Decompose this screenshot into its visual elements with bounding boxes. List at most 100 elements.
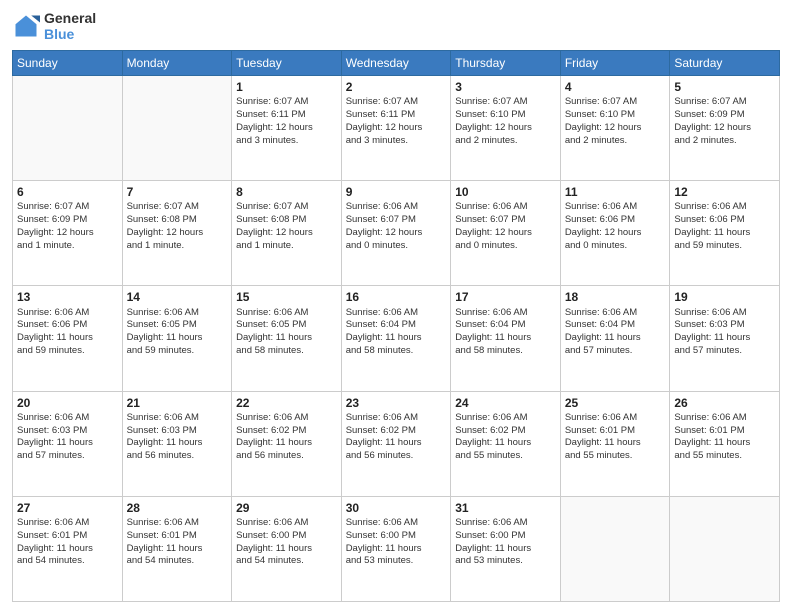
day-cell: 19Sunrise: 6:06 AMSunset: 6:03 PMDayligh… <box>670 286 780 391</box>
day-info-line: Sunset: 6:10 PM <box>455 109 556 122</box>
day-info-line: and 58 minutes. <box>236 345 337 358</box>
day-info-line: Daylight: 11 hours <box>455 332 556 345</box>
day-info-line: Sunset: 6:06 PM <box>674 214 775 227</box>
day-cell: 6Sunrise: 6:07 AMSunset: 6:09 PMDaylight… <box>13 181 123 286</box>
day-info-line: and 0 minutes. <box>565 240 666 253</box>
day-cell: 7Sunrise: 6:07 AMSunset: 6:08 PMDaylight… <box>122 181 232 286</box>
day-cell: 9Sunrise: 6:06 AMSunset: 6:07 PMDaylight… <box>341 181 451 286</box>
day-number: 17 <box>455 289 556 305</box>
day-info-line: Sunset: 6:00 PM <box>346 530 447 543</box>
day-info-line: and 54 minutes. <box>236 555 337 568</box>
day-info-line: Sunrise: 6:06 AM <box>674 412 775 425</box>
day-info-line: Sunrise: 6:06 AM <box>674 201 775 214</box>
day-info-line: Daylight: 11 hours <box>236 543 337 556</box>
day-info-line: and 1 minute. <box>236 240 337 253</box>
day-info-line: Sunrise: 6:06 AM <box>127 307 228 320</box>
day-number: 12 <box>674 184 775 200</box>
day-info-line: and 0 minutes. <box>455 240 556 253</box>
day-info-line: Sunrise: 6:06 AM <box>455 517 556 530</box>
day-info-line: Sunrise: 6:07 AM <box>17 201 118 214</box>
logo-text: General Blue <box>44 10 96 42</box>
day-info-line: Daylight: 11 hours <box>127 332 228 345</box>
day-cell: 22Sunrise: 6:06 AMSunset: 6:02 PMDayligh… <box>232 391 342 496</box>
day-info-line: and 55 minutes. <box>674 450 775 463</box>
week-row-5: 27Sunrise: 6:06 AMSunset: 6:01 PMDayligh… <box>13 496 780 601</box>
day-info-line: Sunrise: 6:06 AM <box>455 412 556 425</box>
day-info-line: Daylight: 12 hours <box>674 122 775 135</box>
day-info-line: and 3 minutes. <box>236 135 337 148</box>
day-number: 9 <box>346 184 447 200</box>
day-info-line: Sunrise: 6:06 AM <box>565 412 666 425</box>
col-header-tuesday: Tuesday <box>232 51 342 76</box>
day-cell <box>560 496 670 601</box>
day-cell: 30Sunrise: 6:06 AMSunset: 6:00 PMDayligh… <box>341 496 451 601</box>
day-info-line: Sunrise: 6:07 AM <box>346 96 447 109</box>
day-number: 7 <box>127 184 228 200</box>
day-number: 31 <box>455 500 556 516</box>
day-cell: 18Sunrise: 6:06 AMSunset: 6:04 PMDayligh… <box>560 286 670 391</box>
day-cell <box>122 76 232 181</box>
day-number: 2 <box>346 79 447 95</box>
day-info-line: and 57 minutes. <box>565 345 666 358</box>
day-info-line: Sunrise: 6:06 AM <box>455 307 556 320</box>
day-info-line: Sunset: 6:03 PM <box>674 319 775 332</box>
day-info-line: Sunset: 6:04 PM <box>455 319 556 332</box>
day-cell: 16Sunrise: 6:06 AMSunset: 6:04 PMDayligh… <box>341 286 451 391</box>
day-cell <box>13 76 123 181</box>
day-info-line: Sunrise: 6:07 AM <box>127 201 228 214</box>
day-number: 4 <box>565 79 666 95</box>
day-number: 30 <box>346 500 447 516</box>
day-info-line: Sunrise: 6:06 AM <box>127 517 228 530</box>
day-cell: 8Sunrise: 6:07 AMSunset: 6:08 PMDaylight… <box>232 181 342 286</box>
day-number: 1 <box>236 79 337 95</box>
day-cell: 13Sunrise: 6:06 AMSunset: 6:06 PMDayligh… <box>13 286 123 391</box>
day-info-line: Sunrise: 6:06 AM <box>674 307 775 320</box>
day-info-line: and 55 minutes. <box>565 450 666 463</box>
day-number: 6 <box>17 184 118 200</box>
day-info-line: and 58 minutes. <box>455 345 556 358</box>
day-number: 16 <box>346 289 447 305</box>
day-info-line: Daylight: 11 hours <box>236 437 337 450</box>
day-info-line: Daylight: 12 hours <box>565 122 666 135</box>
day-info-line: Sunset: 6:08 PM <box>236 214 337 227</box>
day-info-line: and 54 minutes. <box>127 555 228 568</box>
day-info-line: Sunset: 6:02 PM <box>346 425 447 438</box>
day-info-line: and 59 minutes. <box>17 345 118 358</box>
day-info-line: Sunset: 6:04 PM <box>346 319 447 332</box>
day-info-line: and 59 minutes. <box>127 345 228 358</box>
day-cell: 12Sunrise: 6:06 AMSunset: 6:06 PMDayligh… <box>670 181 780 286</box>
day-info-line: Sunset: 6:08 PM <box>127 214 228 227</box>
day-cell: 24Sunrise: 6:06 AMSunset: 6:02 PMDayligh… <box>451 391 561 496</box>
day-info-line: Sunrise: 6:06 AM <box>565 307 666 320</box>
day-number: 5 <box>674 79 775 95</box>
day-number: 21 <box>127 395 228 411</box>
day-info-line: Daylight: 11 hours <box>17 543 118 556</box>
day-number: 27 <box>17 500 118 516</box>
day-info-line: Daylight: 12 hours <box>455 122 556 135</box>
day-info-line: Sunset: 6:03 PM <box>17 425 118 438</box>
logo: General Blue <box>12 10 96 42</box>
day-info-line: Sunset: 6:05 PM <box>236 319 337 332</box>
day-info-line: Sunset: 6:09 PM <box>674 109 775 122</box>
day-info-line: Daylight: 11 hours <box>674 227 775 240</box>
day-info-line: Sunrise: 6:06 AM <box>236 517 337 530</box>
day-info-line: Daylight: 11 hours <box>346 543 447 556</box>
logo-icon <box>12 12 40 40</box>
day-cell: 1Sunrise: 6:07 AMSunset: 6:11 PMDaylight… <box>232 76 342 181</box>
page: General Blue SundayMondayTuesdayWednesda… <box>0 0 792 612</box>
day-cell: 3Sunrise: 6:07 AMSunset: 6:10 PMDaylight… <box>451 76 561 181</box>
day-info-line: Sunset: 6:09 PM <box>17 214 118 227</box>
day-info-line: Daylight: 11 hours <box>674 332 775 345</box>
day-info-line: and 57 minutes. <box>674 345 775 358</box>
day-info-line: Daylight: 12 hours <box>236 227 337 240</box>
day-info-line: Daylight: 11 hours <box>346 437 447 450</box>
day-number: 15 <box>236 289 337 305</box>
col-header-monday: Monday <box>122 51 232 76</box>
day-info-line: Daylight: 11 hours <box>565 437 666 450</box>
day-info-line: Sunset: 6:02 PM <box>236 425 337 438</box>
day-info-line: Sunrise: 6:06 AM <box>346 307 447 320</box>
day-info-line: Sunset: 6:04 PM <box>565 319 666 332</box>
day-info-line: Daylight: 11 hours <box>17 437 118 450</box>
day-cell: 21Sunrise: 6:06 AMSunset: 6:03 PMDayligh… <box>122 391 232 496</box>
day-info-line: Sunset: 6:02 PM <box>455 425 556 438</box>
